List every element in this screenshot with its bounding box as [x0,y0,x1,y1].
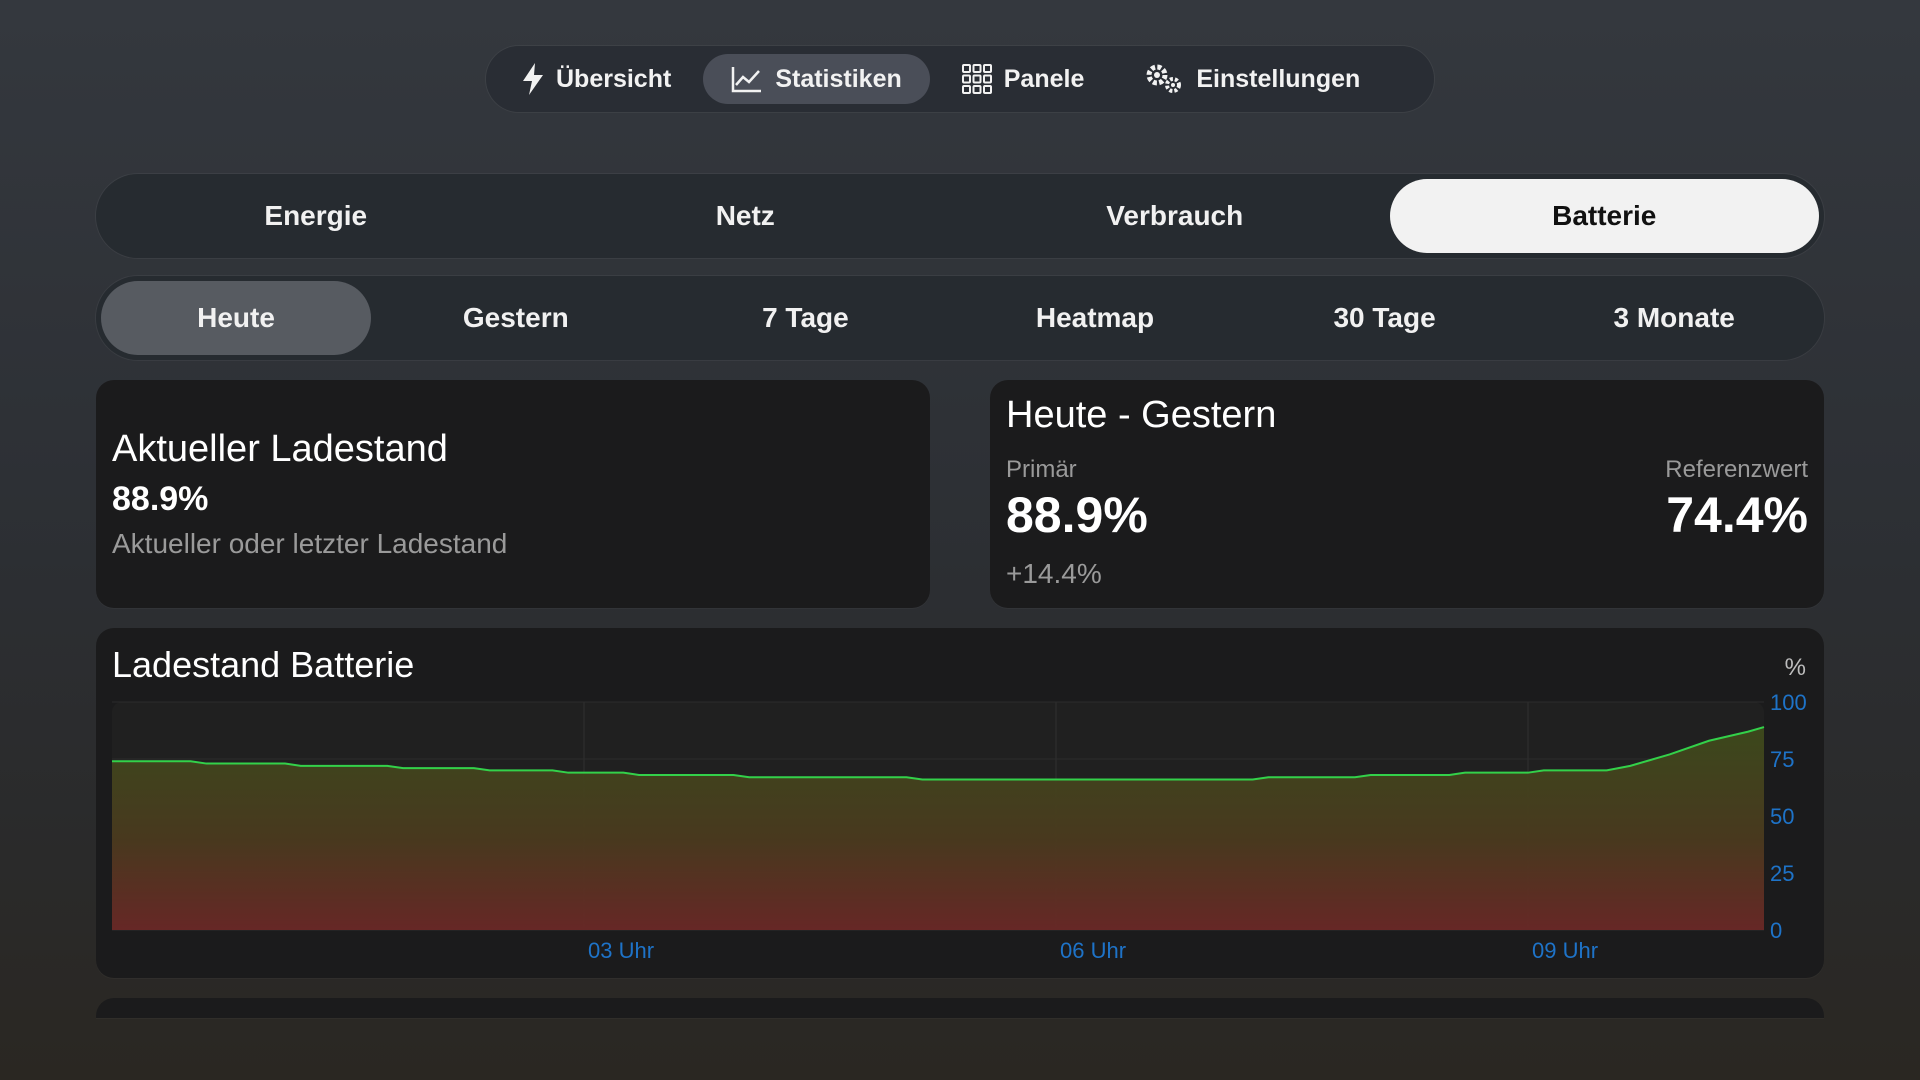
chart-unit-label: % [1784,654,1806,681]
range-7-tage[interactable]: 7 Tage [661,281,951,355]
category-verbrauch[interactable]: Verbrauch [960,179,1390,253]
battery-chart-card: 0 25 50 75 100 03 Uhr 06 Uhr 09 Uhr Ladestand B… [96,628,1824,978]
nav-item-label: Panele [1003,64,1085,93]
nav-item-uebersicht[interactable]: Übersicht [494,54,699,104]
soc-value: 88.9% [112,480,209,518]
delta-value: +14.4% [1006,558,1102,589]
nav-item-label: Einstellungen [1196,64,1361,93]
grid-icon [961,64,992,94]
nav-item-statistiken[interactable]: Statistiken [703,54,930,104]
primary-value: 88.9% [1006,487,1148,543]
nav-item-label: Statistiken [775,64,902,93]
time-range-selector: Heute Gestern 7 Tage Heatmap 30 Tage 3 M… [96,276,1824,360]
chart-line-icon [731,65,763,93]
nav-item-label: Übersicht [556,64,672,93]
nav-item-einstellungen[interactable]: Einstellungen [1116,54,1388,104]
reference-value: 74.4% [1666,487,1808,543]
category-selector: Energie Netz Verbrauch Batterie [96,174,1824,258]
category-batterie[interactable]: Batterie [1389,179,1819,253]
y-tick-label: 75 [1770,747,1794,772]
compare-card: Heute - Gestern Primär 88.9% +14.4% Refe… [990,380,1824,608]
top-navigation: Übersicht Statistiken Panele Einstellung… [486,46,1434,112]
x-tick-label: 03 Uhr [588,938,654,963]
gears-icon [1144,63,1184,95]
category-netz[interactable]: Netz [531,179,961,253]
y-tick-label: 100 [1770,690,1807,715]
next-card-partial [96,998,1824,1018]
x-tick-label: 06 Uhr [1060,938,1126,963]
y-tick-label: 50 [1770,804,1794,829]
chart-title: Ladestand Batterie [112,644,415,685]
range-heatmap[interactable]: Heatmap [950,281,1240,355]
primary-label: Primär [1006,456,1077,483]
current-soc-card: Aktueller Ladestand 88.9% Aktueller oder… [96,380,930,608]
reference-label: Referenzwert [1665,456,1808,483]
bolt-icon [522,63,544,95]
range-gestern[interactable]: Gestern [371,281,661,355]
y-tick-label: 0 [1770,918,1782,943]
nav-item-panele[interactable]: Panele [934,54,1113,104]
card-title: Heute - Gestern [1006,394,1277,436]
y-tick-label: 25 [1770,861,1794,886]
range-30-tage[interactable]: 30 Tage [1240,281,1530,355]
card-subtitle: Aktueller oder letzter Ladestand [112,528,508,559]
category-energie[interactable]: Energie [101,179,531,253]
x-tick-label: 09 Uhr [1532,938,1598,963]
range-3-monate[interactable]: 3 Monate [1529,281,1819,355]
range-heute[interactable]: Heute [101,281,371,355]
card-title: Aktueller Ladestand [112,428,448,470]
